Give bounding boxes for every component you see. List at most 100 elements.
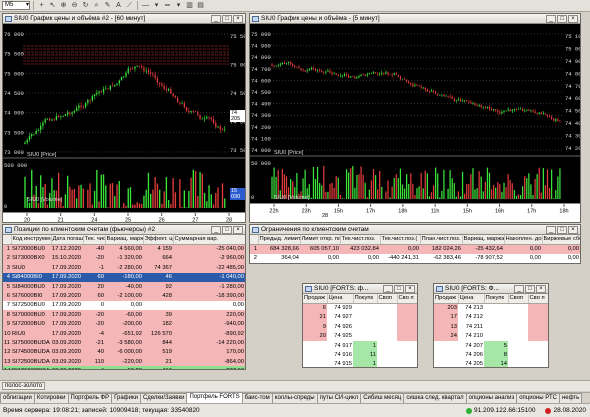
column-header[interactable]: Цена bbox=[458, 294, 485, 304]
tab-портфель-фр[interactable]: Портфель ФР bbox=[67, 393, 113, 403]
search-icon[interactable]: ⌕ bbox=[92, 1, 101, 10]
column-header[interactable]: Код инструмента bbox=[11, 235, 52, 245]
minimize-button[interactable]: _ bbox=[383, 284, 393, 293]
refresh-icon[interactable]: ↻ bbox=[81, 1, 90, 10]
minimize-button[interactable]: _ bbox=[211, 225, 221, 234]
close-button[interactable]: × bbox=[233, 14, 243, 23]
price-chart-area[interactable]: 76 000 75 500 75 000 74 500 74 000 73 500 73 0… bbox=[3, 24, 245, 212]
tab-опционы-анализ[interactable]: опционы анализ bbox=[465, 393, 518, 403]
column-header[interactable]: Покупк bbox=[353, 294, 378, 304]
bid-row[interactable]: 74 206 8 bbox=[434, 350, 548, 360]
tab-баис-том[interactable]: баис-том bbox=[241, 393, 273, 403]
close-button[interactable]: × bbox=[568, 225, 578, 234]
text-icon[interactable]: A bbox=[114, 1, 123, 10]
close-button[interactable]: × bbox=[233, 225, 243, 234]
bar-chart-icon[interactable]: ▥ bbox=[185, 1, 194, 10]
bar-chart-alt-icon[interactable]: ▤ bbox=[196, 1, 205, 10]
maximize-button[interactable]: □ bbox=[222, 14, 232, 23]
ask-row[interactable]: 6 74 929 bbox=[303, 303, 417, 313]
column-header[interactable]: Продаж bbox=[434, 294, 459, 304]
ask-row[interactable]: 17 74 212 bbox=[434, 312, 548, 323]
tab-путы-си-цикл[interactable]: путы СИ-цикл bbox=[316, 393, 362, 403]
table-row[interactable]: 7 SI72500BU0 17.09.2020 0 0,00 0,00 bbox=[3, 300, 245, 311]
bid-row[interactable]: 74 915 1 bbox=[303, 359, 417, 367]
table-row[interactable]: 14RI125000BI0A03.09.2020459,28110-237,60 bbox=[3, 366, 245, 369]
table-row[interactable]: 2 364,04 0,00 0,00 -440 241,31 -62 383,46 -78 … bbox=[250, 253, 580, 263]
maximize-button[interactable]: □ bbox=[525, 284, 535, 293]
column-header[interactable]: Тек. чист.поз. bbox=[83, 235, 106, 245]
table-row[interactable]: 6 SI76000BI0 17.09.2020 60 -2 100,00 428 -18 3… bbox=[3, 291, 245, 301]
tab-опционы-ртс[interactable]: опционы РТС bbox=[516, 393, 560, 403]
cursor-icon[interactable]: ↖ bbox=[48, 1, 57, 10]
tab-портфель-forts[interactable]: Портфель FORTS bbox=[186, 392, 243, 403]
column-header[interactable]: Тек.чист.поз.( bbox=[380, 235, 421, 245]
maximize-button[interactable]: □ bbox=[557, 14, 567, 23]
tab-сибиш-месяц[interactable]: Сибиш месяц bbox=[360, 393, 405, 403]
minimize-button[interactable]: _ bbox=[546, 225, 556, 234]
ask-row[interactable]: 21 74 927 bbox=[303, 312, 417, 323]
minimize-button[interactable]: _ bbox=[514, 284, 524, 293]
tab-коллы-спреды[interactable]: коллы-спреды bbox=[271, 393, 318, 403]
price-chart-area[interactable]: 75 000 74 900 74 800 74 700 74 600 74 500 74 4… bbox=[250, 24, 580, 203]
crosshair-icon[interactable]: + bbox=[37, 1, 46, 10]
column-header[interactable]: Предыд. лимит bbox=[258, 235, 301, 245]
table-row[interactable]: 13 SI72500BUDA 03.09.2020 110 -220,00 21 -864,… bbox=[3, 357, 245, 367]
line-style-icon[interactable]: — bbox=[141, 1, 150, 10]
bid-row[interactable]: 74 205 14 bbox=[434, 359, 548, 367]
column-header[interactable]: Дата погаш. bbox=[51, 235, 84, 245]
tab-нефть[interactable]: нефть bbox=[558, 393, 583, 403]
line-width-icon[interactable]: ═ bbox=[163, 1, 172, 10]
bottom-strip-tab[interactable]: полос-золото bbox=[2, 382, 46, 390]
ask-row[interactable]: 24 74 210 bbox=[434, 331, 548, 341]
column-header[interactable]: Биржевые сборы bbox=[542, 235, 580, 245]
tab-облигации[interactable]: облигации bbox=[0, 393, 35, 403]
close-button[interactable]: × bbox=[568, 14, 578, 23]
chevron-down-icon[interactable]: ▾ bbox=[174, 1, 183, 10]
pencil-icon[interactable]: ✎ bbox=[103, 1, 112, 10]
column-header[interactable]: Тек.чист.поз. bbox=[340, 235, 381, 245]
column-header[interactable]: Сво п bbox=[397, 294, 417, 304]
table-row[interactable]: 2 SI73000BX0 15.10.2020 -20 -1 320,00 664 -2 9… bbox=[3, 253, 245, 264]
column-header[interactable]: Цена bbox=[327, 294, 354, 304]
column-header[interactable]: Своп bbox=[508, 294, 529, 304]
tab-котировки[interactable]: Котировки bbox=[33, 393, 69, 403]
table-row[interactable]: 10 RIU0 17.09.2020 -4 -651,92 126 570 -890,92 bbox=[3, 328, 245, 339]
tab-сделки/заявки[interactable]: Сделки/Заявки bbox=[139, 393, 188, 403]
zoom-out-icon[interactable]: ⊖ bbox=[70, 1, 79, 10]
bid-row[interactable]: 74 916 11 bbox=[303, 350, 417, 360]
table-row[interactable]: 5 SI84000BU0 17.09.2020 20 -40,00 92 -1 280,00 bbox=[3, 281, 245, 292]
tab-сишка-след.-квартал[interactable]: сишка след. квартал bbox=[403, 393, 467, 403]
ask-row[interactable]: 203 74 213 bbox=[434, 303, 548, 313]
column-header[interactable]: Суммарная вар. bbox=[173, 235, 245, 245]
table-row[interactable]: 11 SI75000BUDA 03.09.2020 -21 -3 580,00 844 -1… bbox=[3, 338, 245, 348]
maximize-button[interactable]: □ bbox=[394, 284, 404, 293]
column-header[interactable]: Вариац. маржа bbox=[105, 235, 144, 245]
column-header[interactable]: Вариац. маржа bbox=[462, 235, 505, 245]
maximize-button[interactable]: □ bbox=[222, 225, 232, 234]
column-header[interactable]: Продаж bbox=[303, 294, 328, 304]
column-header[interactable]: Своп bbox=[377, 294, 398, 304]
ask-row[interactable]: 13 74 211 bbox=[434, 322, 548, 332]
column-header[interactable]: Лимит откр. поз. bbox=[300, 235, 341, 245]
table-row[interactable]: 1 684 328,66 605 057,10 423 032,84 0,00 182 0… bbox=[250, 244, 580, 254]
minimize-button[interactable]: _ bbox=[546, 14, 556, 23]
table-row[interactable]: 1 SI72000BU0 17.12.2020 -40 4 560,00 4 159 -25… bbox=[3, 244, 245, 254]
table-row[interactable]: 8 SI70000BU0 17.09.2020 -20 -60,00 39 220,00 bbox=[3, 310, 245, 320]
table-row[interactable]: 12 SI74500BUDA 03.09.2020 40 -6 000,00 519 170… bbox=[3, 347, 245, 358]
table-row[interactable]: 9 SI72000BU0 17.09.2020 -20 -200,00 182 -940,0… bbox=[3, 319, 245, 329]
table-row[interactable]: 3 SIU0 17.09.2020 -1 -2 280,00 74 367 -22 485,… bbox=[3, 263, 245, 273]
tab-графики[interactable]: Графики bbox=[111, 393, 141, 403]
maximize-button[interactable]: □ bbox=[557, 225, 567, 234]
bid-row[interactable]: 74 207 5 bbox=[434, 340, 548, 351]
column-header[interactable]: Сво п bbox=[528, 294, 548, 304]
bid-row[interactable]: 74 917 1 bbox=[303, 340, 417, 351]
column-header[interactable]: План.чист.поз. bbox=[420, 235, 463, 245]
zoom-in-icon[interactable]: ⊕ bbox=[59, 1, 68, 10]
minimize-button[interactable]: _ bbox=[211, 14, 221, 23]
table-row[interactable]: 4 Si84000BI0 17.09.2020 60 -180,00 46 -1 040,0… bbox=[3, 272, 245, 282]
trendline-icon[interactable]: ⟋ bbox=[125, 1, 134, 10]
ask-row[interactable]: 9 74 926 bbox=[303, 322, 417, 332]
chevron-down-icon[interactable]: ▾ bbox=[152, 1, 161, 10]
close-button[interactable]: × bbox=[536, 284, 546, 293]
close-button[interactable]: × bbox=[405, 284, 415, 293]
